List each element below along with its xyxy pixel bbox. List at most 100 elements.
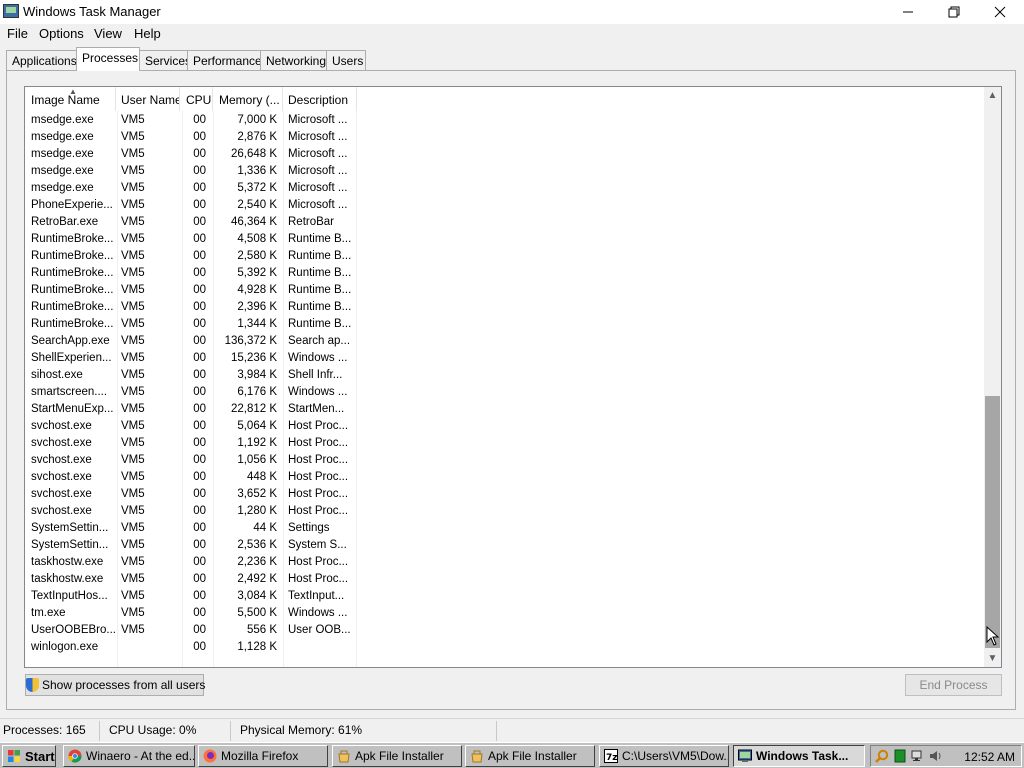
process-row[interactable]: svchost.exe VM5 00 448 K Host Proc...	[25, 470, 985, 487]
minimize-button[interactable]	[885, 0, 931, 24]
green-status-icon[interactable]	[893, 749, 907, 763]
restore-button[interactable]	[931, 0, 977, 24]
close-icon	[994, 6, 1006, 18]
process-cpu: 00	[193, 590, 206, 602]
process-cpu: 00	[193, 369, 206, 381]
process-image-name: RuntimeBroke...	[31, 233, 114, 245]
taskbar-item-7zip[interactable]: 7z C:\Users\VM5\Dow...	[599, 745, 729, 767]
menu-view[interactable]: View	[94, 26, 122, 41]
process-row[interactable]: StartMenuExp... VM5 00 22,812 K StartMen...	[25, 402, 985, 419]
menu-file[interactable]: File	[7, 26, 28, 41]
process-description: Microsoft ...	[288, 148, 348, 160]
process-list[interactable]: ▲ Image Name User Name CPU Memory (... D…	[24, 86, 1002, 668]
process-user-name: VM5	[121, 454, 145, 466]
process-row[interactable]: msedge.exe VM5 00 2,876 K Microsoft ...	[25, 130, 985, 147]
process-row[interactable]: TextInputHos... VM5 00 3,084 K TextInput...	[25, 589, 985, 606]
scroll-thumb[interactable]	[985, 396, 1000, 648]
process-row[interactable]: svchost.exe VM5 00 1,192 K Host Proc...	[25, 436, 985, 453]
scroll-down-icon[interactable]: ▼	[984, 650, 1001, 667]
process-row[interactable]: taskhostw.exe VM5 00 2,236 K Host Proc...	[25, 555, 985, 572]
process-cpu: 00	[193, 420, 206, 432]
process-row[interactable]: msedge.exe VM5 00 5,372 K Microsoft ...	[25, 181, 985, 198]
process-cpu: 00	[193, 148, 206, 160]
process-memory: 46,364 K	[230, 216, 277, 228]
tab-applications[interactable]: Applications	[6, 50, 77, 70]
process-row[interactable]: RetroBar.exe VM5 00 46,364 K RetroBar	[25, 215, 985, 232]
tab-services[interactable]: Services	[139, 50, 193, 70]
taskbar-item-label: Apk File Installer	[488, 749, 577, 763]
process-memory: 2,580 K	[237, 250, 277, 262]
process-row[interactable]: svchost.exe VM5 00 1,056 K Host Proc...	[25, 453, 985, 470]
process-cpu: 00	[193, 182, 206, 194]
taskbar-item-label: Mozilla Firefox	[221, 749, 299, 763]
process-row[interactable]: svchost.exe VM5 00 1,280 K Host Proc...	[25, 504, 985, 521]
process-user-name: VM5	[121, 573, 145, 585]
process-row[interactable]: taskhostw.exe VM5 00 2,492 K Host Proc...	[25, 572, 985, 589]
start-label: Start	[25, 749, 55, 764]
process-row[interactable]: PhoneExperie... VM5 00 2,540 K Microsoft ...	[25, 198, 985, 215]
process-row[interactable]: winlogon.exe 00 1,128 K	[25, 640, 985, 657]
show-all-processes-button[interactable]: Show processes from all users	[25, 674, 206, 696]
taskbar-item-firefox[interactable]: Mozilla Firefox	[198, 745, 328, 767]
start-button[interactable]: Start	[2, 745, 56, 767]
taskbar-item-apk-installer-2[interactable]: Apk File Installer	[465, 745, 595, 767]
process-row[interactable]: RuntimeBroke... VM5 00 2,396 K Runtime B...	[25, 300, 985, 317]
vertical-scrollbar[interactable]: ▲ ▼	[984, 87, 1001, 667]
process-row[interactable]: SearchApp.exe VM5 00 136,372 K Search ap...	[25, 334, 985, 351]
process-image-name: msedge.exe	[31, 148, 94, 160]
tab-processes[interactable]: Processes	[76, 47, 140, 71]
process-row[interactable]: RuntimeBroke... VM5 00 4,508 K Runtime B...	[25, 232, 985, 249]
process-row[interactable]: msedge.exe VM5 00 7,000 K Microsoft ...	[25, 113, 985, 130]
scroll-up-icon[interactable]: ▲	[984, 87, 1001, 104]
column-image-name[interactable]: Image Name	[31, 87, 116, 111]
process-description: User OOB...	[288, 624, 351, 636]
taskbar-item-task-manager[interactable]: Windows Task...	[733, 745, 865, 767]
process-row[interactable]: msedge.exe VM5 00 26,648 K Microsoft ...	[25, 147, 985, 164]
process-row[interactable]: RuntimeBroke... VM5 00 2,580 K Runtime B...	[25, 249, 985, 266]
process-image-name: RuntimeBroke...	[31, 318, 114, 330]
process-row[interactable]: msedge.exe VM5 00 1,336 K Microsoft ...	[25, 164, 985, 181]
column-user-name[interactable]: User Name	[121, 87, 180, 111]
process-cpu: 00	[193, 250, 206, 262]
process-row[interactable]: RuntimeBroke... VM5 00 1,344 K Runtime B...	[25, 317, 985, 334]
tab-performance[interactable]: Performance	[187, 50, 262, 70]
process-memory: 5,392 K	[237, 267, 277, 279]
process-row[interactable]: RuntimeBroke... VM5 00 5,392 K Runtime B...	[25, 266, 985, 283]
process-row[interactable]: RuntimeBroke... VM5 00 4,928 K Runtime B...	[25, 283, 985, 300]
volume-icon[interactable]	[929, 749, 943, 763]
process-row[interactable]: svchost.exe VM5 00 5,064 K Host Proc...	[25, 419, 985, 436]
process-description: Windows ...	[288, 352, 348, 364]
process-row[interactable]: SystemSettin... VM5 00 44 K Settings	[25, 521, 985, 538]
taskbar-item-chrome[interactable]: Winaero - At the ed...	[63, 745, 195, 767]
process-row[interactable]: svchost.exe VM5 00 3,652 K Host Proc...	[25, 487, 985, 504]
process-description: StartMen...	[288, 403, 345, 415]
show-all-label: Show processes from all users	[42, 678, 206, 692]
process-user-name: VM5	[121, 522, 145, 534]
process-description: Host Proc...	[288, 505, 349, 517]
process-row[interactable]: ShellExperien... VM5 00 15,236 K Windows ...	[25, 351, 985, 368]
menu-options[interactable]: Options	[39, 26, 84, 41]
end-process-button[interactable]: End Process	[905, 674, 1002, 696]
process-row[interactable]: SystemSettin... VM5 00 2,536 K System S...	[25, 538, 985, 555]
search-icon[interactable]	[875, 749, 889, 763]
tab-networking[interactable]: Networking	[260, 50, 327, 70]
status-processes: Processes: 165	[3, 723, 86, 737]
menu-help[interactable]: Help	[134, 26, 161, 41]
column-memory[interactable]: Memory (...	[219, 87, 283, 111]
process-row[interactable]: sihost.exe VM5 00 3,984 K Shell Infr...	[25, 368, 985, 385]
process-row[interactable]: tm.exe VM5 00 5,500 K Windows ...	[25, 606, 985, 623]
title-bar[interactable]: Windows Task Manager	[0, 0, 1024, 24]
column-cpu[interactable]: CPU	[186, 87, 213, 111]
close-button[interactable]	[977, 0, 1023, 24]
process-cpu: 00	[193, 233, 206, 245]
process-cpu: 00	[193, 352, 206, 364]
column-description[interactable]: Description	[288, 87, 357, 111]
taskbar-clock[interactable]: 12:52 AM	[964, 750, 1015, 764]
process-image-name: smartscreen....	[31, 386, 108, 398]
process-row[interactable]: UserOOBEBro... VM5 00 556 K User OOB...	[25, 623, 985, 640]
uac-shield-icon	[26, 678, 39, 692]
taskbar-item-apk-installer-1[interactable]: Apk File Installer	[332, 745, 462, 767]
tab-users[interactable]: Users	[326, 50, 366, 70]
network-icon[interactable]	[911, 749, 925, 763]
process-row[interactable]: smartscreen.... VM5 00 6,176 K Windows ...	[25, 385, 985, 402]
